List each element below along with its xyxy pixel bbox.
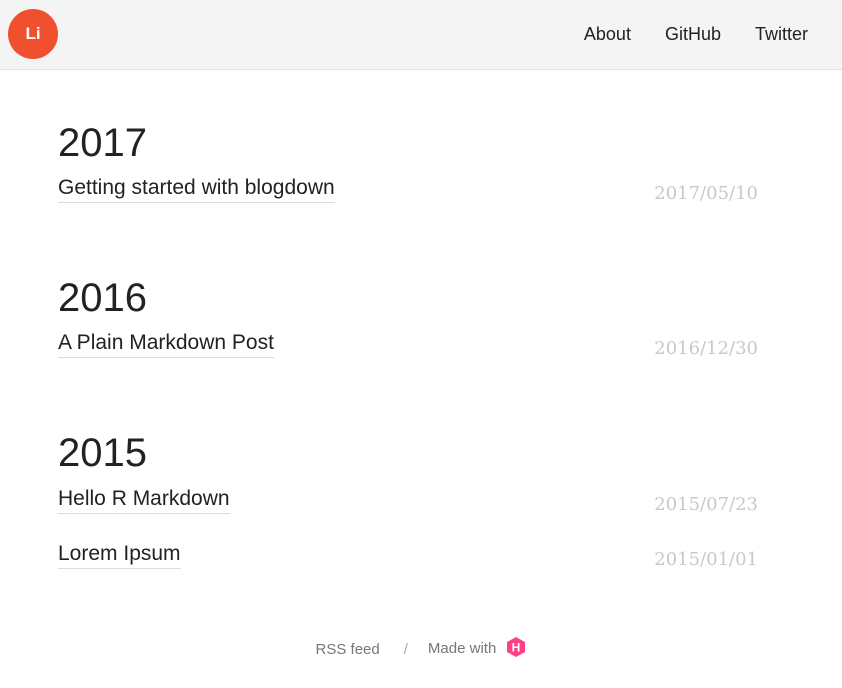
post-link[interactable]: Hello R Markdown [58,487,230,514]
site-footer: RSS feed / Made with H [0,636,842,662]
post-list: Hello R Markdown 2015/07/23 Lorem Ipsum … [58,465,758,576]
svg-text:H: H [512,641,521,655]
post-date: 2016/12/30 [654,338,758,359]
made-with-label: Made with [427,639,497,657]
nav-github-link[interactable]: GitHub [665,22,721,46]
year-section-2017: 2017 Getting started with blogdown 2017/… [58,118,758,273]
post-item: Getting started with blogdown 2017/05/10 [58,154,758,210]
post-item: Hello R Markdown 2015/07/23 [58,465,758,521]
year-section-2016: 2016 A Plain Markdown Post 2016/12/30 [58,273,758,428]
nav-twitter-link[interactable]: Twitter [755,22,808,46]
footer-separator: / [403,640,408,658]
post-date: 2015/07/23 [654,494,758,515]
main-nav: About GitHub Twitter [584,22,808,46]
post-list: Getting started with blogdown 2017/05/10 [58,154,758,210]
made-with-link[interactable]: Made with H [428,636,527,662]
post-item: A Plain Markdown Post 2016/12/30 [58,309,758,365]
post-item: Lorem Ipsum 2015/01/01 [58,520,758,576]
post-date: 2015/01/01 [654,549,758,570]
site-header: Li About GitHub Twitter [0,0,842,70]
site-logo[interactable]: Li [8,9,58,59]
post-date: 2017/05/10 [654,183,758,204]
post-link[interactable]: Lorem Ipsum [58,542,181,569]
archive-list: 2017 Getting started with blogdown 2017/… [58,118,758,576]
hugo-icon: H [506,636,526,662]
nav-about-link[interactable]: About [584,22,631,46]
rss-feed-link[interactable]: RSS feed [316,641,380,658]
year-section-2015: 2015 Hello R Markdown 2015/07/23 Lorem I… [58,428,758,576]
post-list: A Plain Markdown Post 2016/12/30 [58,309,758,365]
post-link[interactable]: Getting started with blogdown [58,176,335,203]
post-link[interactable]: A Plain Markdown Post [58,331,274,358]
